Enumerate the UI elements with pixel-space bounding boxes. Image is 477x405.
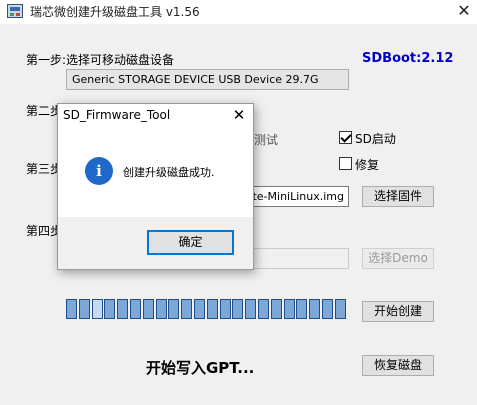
dialog-title: SD_Firmware_Tool — [63, 108, 171, 122]
progress-segment — [207, 299, 218, 319]
title-bar: 瑞芯微创建升级磁盘工具 v1.56 ✕ — [0, 0, 477, 24]
progress-segment — [66, 299, 77, 319]
dialog-close-button[interactable]: ✕ — [228, 105, 250, 125]
progress-segment — [232, 299, 243, 319]
progress-segment — [92, 299, 103, 319]
ok-button[interactable]: 确定 — [147, 230, 234, 255]
progress-segment — [79, 299, 90, 319]
progress-segment — [104, 299, 115, 319]
message-dialog: SD_Firmware_Tool ✕ i 创建升级磁盘成功. 确定 — [57, 103, 254, 270]
start-create-button[interactable]: 开始创建 — [362, 301, 434, 322]
select-demo-button[interactable]: 选择Demo — [362, 248, 434, 269]
progress-segment — [194, 299, 205, 319]
progress-segment — [284, 299, 295, 319]
select-firmware-button[interactable]: 选择固件 — [362, 186, 434, 207]
progress-segment — [220, 299, 231, 319]
progress-segment — [296, 299, 307, 319]
progress-segment — [271, 299, 282, 319]
repair-label: 修复 — [355, 158, 380, 172]
progress-segment — [143, 299, 154, 319]
progress-segment — [258, 299, 269, 319]
info-icon: i — [85, 157, 113, 185]
progress-segment — [117, 299, 128, 319]
progress-segment — [335, 299, 346, 319]
device-select-value: Generic STORAGE DEVICE USB Device 29.7G — [72, 73, 319, 86]
app-icon — [7, 4, 23, 18]
progress-segment — [156, 299, 167, 319]
device-select[interactable]: Generic STORAGE DEVICE USB Device 29.7G — [66, 69, 349, 90]
step2-hidden-text: 测试 — [254, 133, 279, 147]
progress-segment — [168, 299, 179, 319]
progress-segment — [130, 299, 141, 319]
progress-segment — [322, 299, 333, 319]
sdboot-version: SDBoot:2.12 — [362, 51, 454, 66]
repair-checkbox[interactable] — [339, 157, 352, 170]
progress-segment — [245, 299, 256, 319]
restore-disk-button[interactable]: 恢复磁盘 — [362, 355, 434, 376]
dialog-footer: 确定 — [58, 217, 253, 269]
progress-segment — [309, 299, 320, 319]
dialog-message: 创建升级磁盘成功. — [123, 166, 215, 179]
sd-boot-checkbox[interactable] — [339, 131, 352, 144]
window-title: 瑞芯微创建升级磁盘工具 v1.56 — [30, 5, 200, 19]
window-close-button[interactable]: ✕ — [452, 0, 476, 22]
firmware-path-value: date-MiniLinux.img — [238, 190, 344, 203]
step1-label: 第一步:选择可移动磁盘设备 — [26, 53, 175, 67]
progress-segment — [181, 299, 192, 319]
status-text: 开始写入GPT... — [146, 359, 255, 377]
sd-boot-label: SD启动 — [355, 132, 396, 146]
